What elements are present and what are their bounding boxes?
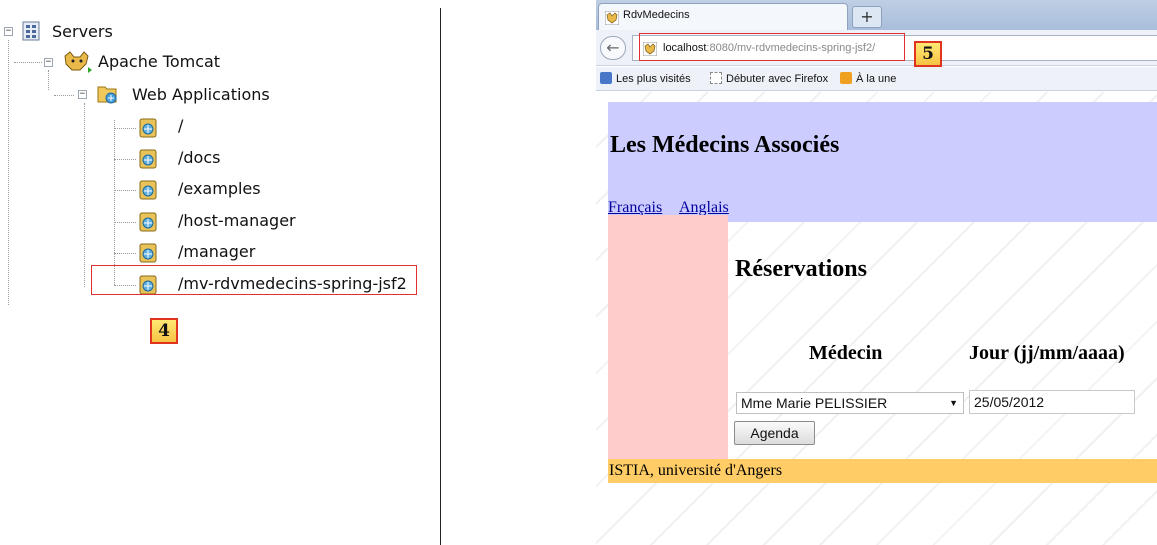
back-arrow-icon: ← xyxy=(606,38,620,57)
tree-guide xyxy=(84,103,85,287)
step-marker: 5 xyxy=(914,41,942,67)
tree-item-app[interactable]: /docs xyxy=(178,148,220,168)
bookmark-icon xyxy=(600,72,612,84)
medecin-column-header: Médecin xyxy=(809,342,883,364)
tree-guide xyxy=(114,159,136,160)
medecin-selected-value: Mme Marie PELISSIER xyxy=(741,395,888,411)
bookmark-label: À la une xyxy=(856,73,897,85)
bookmark-getting-started[interactable]: Débuter avec Firefox xyxy=(710,72,828,85)
jour-column-header: Jour (jj/mm/aaaa) xyxy=(969,342,1125,364)
tree-guide xyxy=(114,120,115,285)
page-header: Les Médecins Associés Français Anglais xyxy=(608,102,1157,222)
tree-guide xyxy=(114,128,136,129)
tree-item-apache-tomcat[interactable]: Apache Tomcat xyxy=(98,52,220,72)
tree-guide xyxy=(8,40,9,305)
left-panel xyxy=(608,215,728,459)
tab-bar: RdvMedecins + xyxy=(596,0,1157,30)
tree-item-servers[interactable]: Servers xyxy=(52,22,113,42)
tree-guide xyxy=(114,190,136,191)
bookmarks-toolbar: Les plus visités Débuter avec Firefox À … xyxy=(596,67,1157,91)
new-tab-button[interactable]: + xyxy=(852,6,882,28)
tree-item-app[interactable]: /examples xyxy=(178,179,261,199)
collapse-toggle[interactable]: − xyxy=(78,90,87,99)
page-footer: ISTIA, université d'Angers xyxy=(608,459,1157,483)
rss-feed-icon xyxy=(840,72,852,84)
web-app-icon xyxy=(138,211,158,233)
web-app-icon xyxy=(138,117,158,139)
web-app-icon xyxy=(138,148,158,170)
panel-divider xyxy=(440,8,441,545)
tomcat-favicon-icon xyxy=(604,10,620,26)
medecin-select[interactable]: Mme Marie PELISSIER ▼ xyxy=(736,392,964,414)
browser-window: RdvMedecins + ← localhost:8080/mv-rdvmed… xyxy=(596,0,1157,545)
tab-rdvmedecins[interactable]: RdvMedecins xyxy=(598,3,848,30)
url-highlight-box xyxy=(639,33,905,61)
jour-input[interactable]: 25/05/2012 xyxy=(969,390,1135,414)
tomcat-icon xyxy=(62,50,92,74)
servers-tree-panel: − Servers − Apache Tomcat − Web Applicat… xyxy=(0,0,440,545)
bookmark-news[interactable]: À la une xyxy=(840,72,896,85)
tree-item-app[interactable]: / xyxy=(178,116,183,136)
page-icon xyxy=(710,72,722,84)
bookmark-most-visited[interactable]: Les plus visités xyxy=(600,72,691,85)
tree-guide xyxy=(48,70,49,90)
tree-item-app[interactable]: /host-manager xyxy=(178,211,296,231)
servers-icon xyxy=(22,21,40,41)
back-button[interactable]: ← xyxy=(600,36,626,60)
highlight-box xyxy=(91,265,417,295)
tree-item-web-applications[interactable]: Web Applications xyxy=(132,85,270,105)
web-app-icon xyxy=(138,179,158,201)
collapse-toggle[interactable]: − xyxy=(4,27,13,36)
tab-title: RdvMedecins xyxy=(623,9,690,21)
tree-guide xyxy=(114,253,136,254)
dropdown-arrow-icon: ▼ xyxy=(949,398,958,408)
bookmark-label: Débuter avec Firefox xyxy=(726,73,829,85)
step-marker: 4 xyxy=(150,318,178,344)
tree-guide xyxy=(114,222,136,223)
bookmark-label: Les plus visités xyxy=(616,73,691,85)
tree-guide xyxy=(14,62,42,63)
tree-guide xyxy=(54,95,74,96)
section-title: Réservations xyxy=(735,256,867,282)
tree-item-app[interactable]: /manager xyxy=(178,242,255,262)
web-page: Les Médecins Associés Français Anglais R… xyxy=(596,92,1157,545)
collapse-toggle[interactable]: − xyxy=(44,58,53,67)
web-applications-icon xyxy=(96,83,118,105)
web-app-icon xyxy=(138,242,158,264)
page-title: Les Médecins Associés xyxy=(610,132,840,158)
agenda-button[interactable]: Agenda xyxy=(734,421,815,445)
navigation-bar: ← localhost:8080/mv-rdvmedecins-spring-j… xyxy=(596,30,1157,67)
